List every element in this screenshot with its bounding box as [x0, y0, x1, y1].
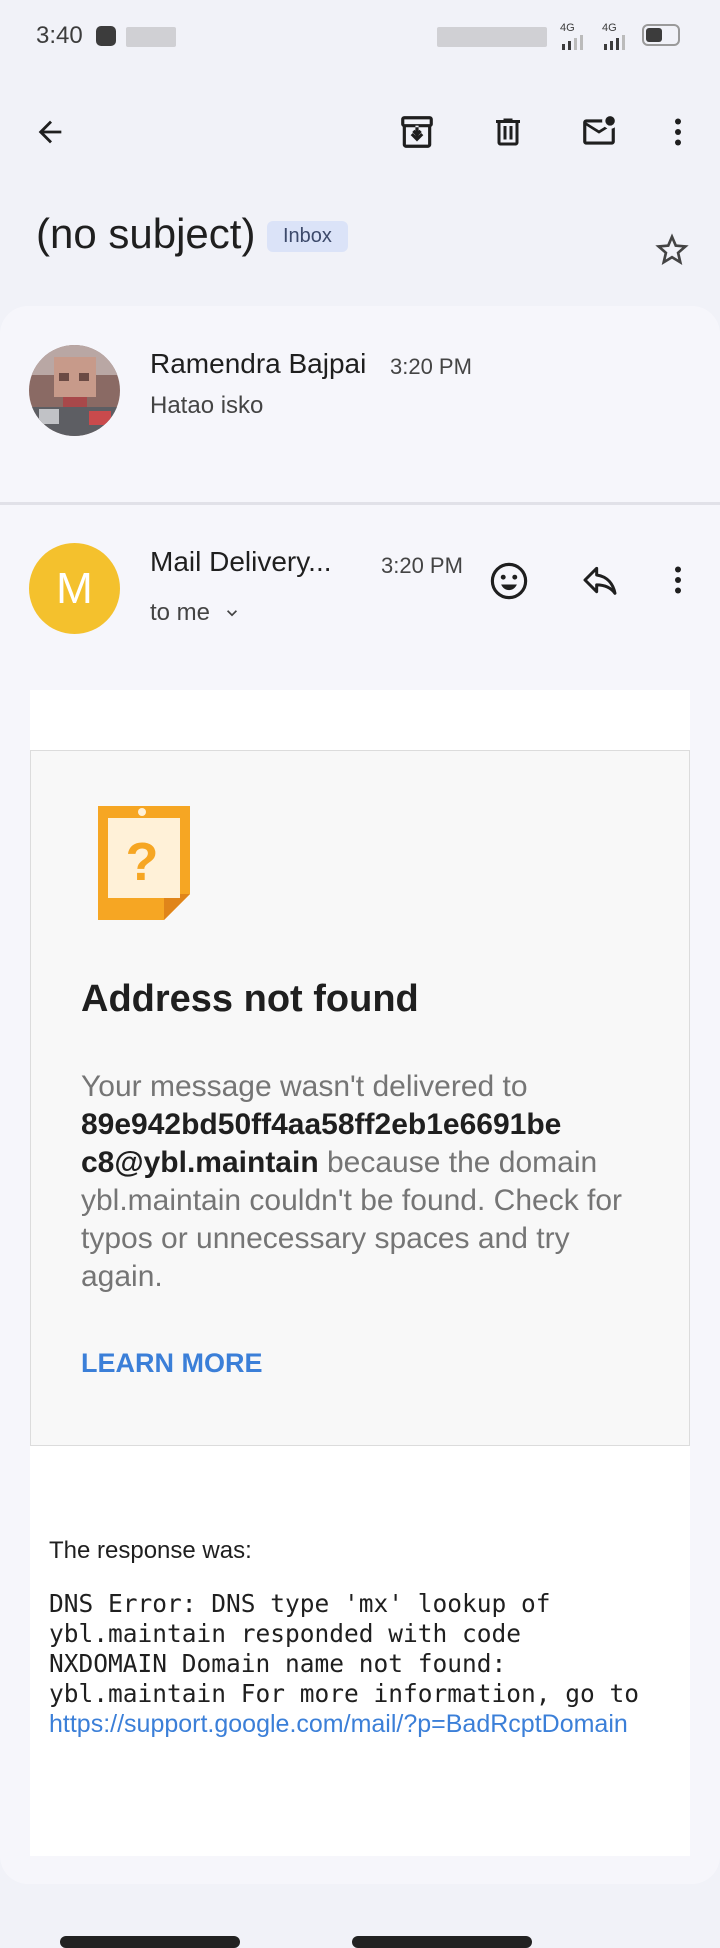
status-redacted-block — [126, 27, 176, 47]
archive-button[interactable] — [397, 112, 437, 152]
arrow-back-icon — [38, 120, 62, 144]
more-vert-icon — [675, 566, 681, 594]
notification-app-icon — [96, 26, 116, 46]
message-body-top — [30, 690, 690, 750]
back-button[interactable] — [30, 112, 70, 152]
avatar — [29, 345, 120, 436]
message-snippet: Hatao isko — [150, 392, 264, 419]
add-reaction-button[interactable] — [488, 560, 532, 604]
mark-unread-icon — [583, 116, 615, 145]
label-badge[interactable]: Inbox — [267, 221, 348, 252]
message-time: 3:20 PM — [390, 354, 472, 379]
status-redacted-block — [437, 27, 547, 47]
reply-button[interactable] — [580, 560, 624, 604]
bottom-bar-pill[interactable] — [352, 1936, 532, 1948]
chevron-down-icon — [227, 610, 238, 617]
delete-button[interactable] — [488, 112, 528, 152]
trash-icon — [496, 118, 520, 146]
more-options-button[interactable] — [658, 112, 698, 152]
avatar-photo — [29, 345, 120, 436]
archive-icon — [401, 116, 433, 148]
recipient-label: to me — [150, 599, 211, 626]
star-button[interactable] — [652, 230, 696, 274]
reply-icon — [583, 566, 617, 595]
bounce-message: Your message wasn't delivered to 89e942b… — [81, 1068, 641, 1296]
bounce-title: Address not found — [81, 978, 419, 1020]
thread-subject: (no subject) — [36, 210, 256, 257]
sender-name: Ramendra Bajpai — [150, 348, 367, 379]
avatar: M — [29, 543, 120, 634]
response-text-block: DNS Error: DNS type 'mx' lookup of ybl.m… — [49, 1589, 689, 1739]
bottom-bar-pill[interactable] — [60, 1936, 240, 1948]
signal-label: 4G — [560, 22, 575, 34]
signal-icon — [604, 35, 625, 50]
message-time: 3:20 PM — [381, 553, 463, 578]
status-time: 3:40 — [36, 22, 83, 49]
svg-text:?: ? — [126, 832, 159, 892]
support-link[interactable]: https://support.google.com/mail/?p=BadRc… — [49, 1710, 628, 1738]
recipient-address: c8@ybl.maintain — [81, 1146, 319, 1179]
recipient-details-toggle[interactable]: to me — [150, 598, 242, 628]
signal-label: 4G — [602, 22, 617, 34]
emoji-icon — [490, 562, 528, 600]
bounce-text: Your message wasn't delivered to — [81, 1070, 528, 1103]
signal-icon — [562, 35, 583, 50]
toolbar — [0, 100, 720, 170]
divider — [0, 502, 720, 505]
sender-name: Mail Delivery... — [150, 546, 332, 577]
response-label: The response was: — [49, 1537, 252, 1564]
response-text: DNS Error: DNS type 'mx' lookup of ybl.m… — [49, 1589, 640, 1708]
message-more-button[interactable] — [660, 562, 696, 602]
avatar-letter: M — [56, 563, 93, 613]
warning-document-icon: ? — [98, 806, 190, 920]
recipient-address: 89e942bd50ff4aa58ff2eb1e6691be — [81, 1108, 562, 1141]
star-icon — [655, 233, 689, 265]
mark-unread-button[interactable] — [579, 112, 619, 152]
more-vert-icon — [675, 118, 681, 146]
learn-more-link[interactable]: LEARN MORE — [81, 1348, 263, 1379]
status-bar: 3:40 4G 4G — [0, 0, 720, 70]
battery-icon — [642, 24, 680, 46]
collapsed-message[interactable]: Ramendra Bajpai 3:20 PM Hatao isko — [0, 320, 720, 500]
